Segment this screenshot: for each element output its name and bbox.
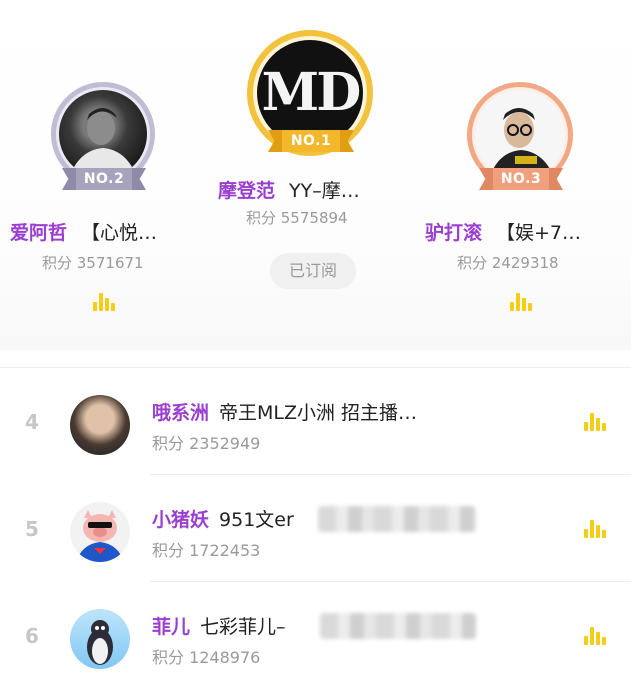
avatar[interactable]: [70, 395, 130, 455]
anchor-name: 哦系洲: [152, 402, 210, 424]
rank-number: 4: [25, 410, 39, 434]
rank-badge: NO.2: [72, 168, 136, 190]
equalizer-icon: [93, 293, 115, 311]
redacted-text: [320, 613, 476, 639]
equalizer-icon: [510, 293, 532, 311]
channel-title: 帝王MLZ小洲 招主播…: [219, 402, 418, 424]
avatar[interactable]: [70, 609, 130, 669]
rank-badge: NO.3: [489, 168, 553, 190]
list-item[interactable]: 4 哦系洲 帝王MLZ小洲 招主播… 积分 2352949: [0, 368, 631, 475]
anchor-name: 小猪妖: [152, 509, 210, 531]
score-text: 积分 2352949: [152, 434, 261, 453]
channel-title: 951文er: [219, 509, 294, 531]
md-logo: MD: [261, 62, 362, 123]
name-line: 哦系洲 帝王MLZ小洲 招主播…: [152, 398, 417, 425]
score-text: 积分 1248976: [152, 648, 261, 667]
channel-title: 【娱+7…: [496, 222, 582, 244]
name-line: 小猪妖 951文er: [152, 505, 294, 532]
anchor-name: 摩登范: [218, 180, 276, 202]
name-line: 菲儿 七彩菲儿–: [152, 612, 286, 639]
channel-title: 七彩菲儿–: [200, 616, 286, 638]
score-text: 积分 2429318: [457, 254, 559, 272]
score-text: 积分 3571671: [42, 254, 144, 272]
score-text: 积分 5575894: [246, 209, 348, 227]
top-three-podium: NO.2 爱阿哲 【心悦… 积分 3571671 MD NO.1 摩登范 YY–摩……: [0, 0, 631, 350]
avatar[interactable]: [70, 502, 130, 562]
rank-number: 6: [25, 624, 39, 648]
equalizer-icon: [584, 413, 606, 431]
anchor-name: 爱阿哲: [10, 222, 68, 244]
channel-title: 【心悦…: [81, 222, 158, 244]
subscribed-button[interactable]: 已订阅: [270, 253, 356, 289]
score-text: 积分 1722453: [152, 541, 261, 560]
rank-2-name-line: 爱阿哲 【心悦…: [10, 218, 157, 245]
equalizer-icon: [584, 627, 606, 645]
equalizer-icon: [584, 520, 606, 538]
rank-3-name-line: 驴打滚 【娱+7…: [425, 218, 581, 245]
redacted-text: [318, 506, 476, 532]
list-item[interactable]: 5 小猪妖 951文er 积分 1722453: [0, 475, 631, 582]
rank-badge: NO.1: [278, 130, 344, 152]
rank-number: 5: [25, 517, 39, 541]
list-item[interactable]: 6 菲儿 七彩菲儿– 积分 1248976: [0, 582, 631, 680]
channel-title: YY–摩…: [289, 180, 360, 202]
anchor-name: 菲儿: [152, 616, 191, 638]
anchor-name: 驴打滚: [425, 222, 483, 244]
rank-1-name-line: 摩登范 YY–摩…: [218, 176, 360, 203]
